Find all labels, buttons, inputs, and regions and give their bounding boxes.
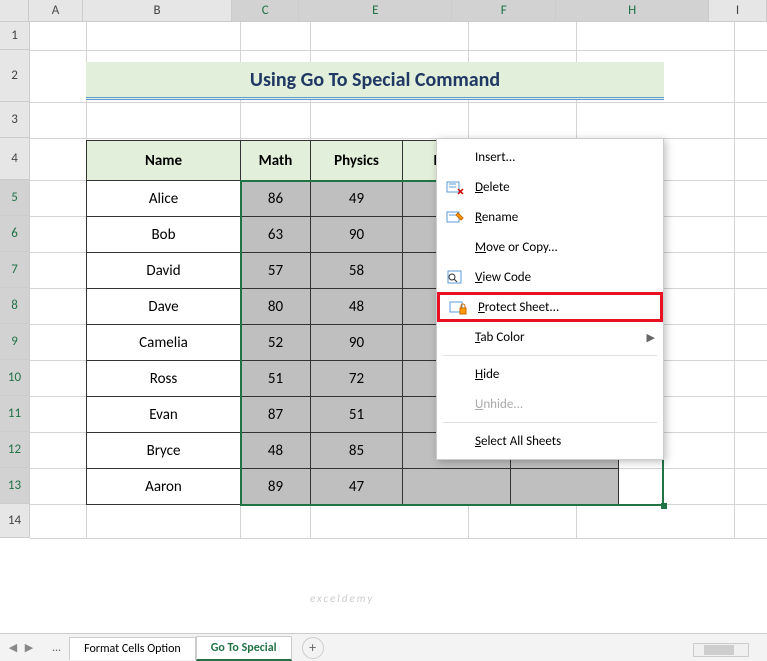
code-icon <box>443 267 467 287</box>
menu-move-copy[interactable]: Move or Copy... <box>437 232 663 262</box>
row-header[interactable]: 5 <box>0 180 30 216</box>
row-header[interactable]: 3 <box>0 102 30 138</box>
col-header[interactable]: E <box>299 0 452 21</box>
col-header[interactable]: F <box>452 0 556 21</box>
row-header[interactable]: 9 <box>0 324 30 360</box>
row-header[interactable]: 1 <box>0 22 30 50</box>
rename-icon <box>443 207 467 227</box>
menu-view-code[interactable]: View Code <box>437 262 663 292</box>
row-headers: 1 2 3 4 5 6 7 8 9 10 11 12 13 14 <box>0 22 30 538</box>
blank-icon <box>443 364 467 384</box>
blank-icon <box>443 147 467 167</box>
scrollbar-thumb[interactable] <box>704 645 734 655</box>
col-header[interactable]: C <box>232 0 300 21</box>
sheet-tabs-bar: ◀ ▶ ... Format Cells Option Go To Specia… <box>0 633 767 661</box>
menu-delete[interactable]: Delete <box>437 172 663 202</box>
menu-rename[interactable]: Rename <box>437 202 663 232</box>
menu-hide[interactable]: Hide <box>437 359 663 389</box>
fill-handle[interactable] <box>661 503 667 509</box>
tab-nav-prev[interactable]: ◀ <box>6 641 20 655</box>
row-header[interactable]: 7 <box>0 252 30 288</box>
chevron-right-icon: ▶ <box>647 331 655 344</box>
watermark: exceldemy <box>310 592 374 605</box>
table-header[interactable]: Math <box>241 141 311 181</box>
row-header[interactable]: 4 <box>0 138 30 180</box>
protect-icon <box>446 297 470 317</box>
row-header[interactable]: 14 <box>0 504 30 538</box>
row-header[interactable]: 13 <box>0 468 30 504</box>
select-all-corner[interactable] <box>0 0 29 21</box>
menu-unhide: Unhide... <box>437 389 663 419</box>
col-header[interactable]: B <box>83 0 232 21</box>
table-header[interactable]: Name <box>87 141 241 181</box>
col-header[interactable]: H <box>556 0 709 21</box>
row-header[interactable]: 6 <box>0 216 30 252</box>
delete-icon <box>443 177 467 197</box>
blank-icon <box>443 237 467 257</box>
sheet-tab[interactable]: Format Cells Option <box>69 637 196 660</box>
tab-nav-next[interactable]: ▶ <box>22 641 36 655</box>
menu-insert[interactable]: Insert... <box>437 142 663 172</box>
blank-icon <box>443 431 467 451</box>
new-sheet-button[interactable]: + <box>302 637 324 659</box>
row-header[interactable]: 12 <box>0 432 30 468</box>
horizontal-scrollbar[interactable] <box>693 643 749 657</box>
tab-overflow[interactable]: ... <box>44 637 69 659</box>
blank-icon <box>443 327 467 347</box>
col-header[interactable]: A <box>29 0 83 21</box>
separator <box>443 422 657 423</box>
separator <box>443 355 657 356</box>
column-headers: A B C E F H I <box>0 0 767 22</box>
blank-icon <box>443 394 467 414</box>
context-menu: Insert... Delete Rename Move or Copy... … <box>436 138 664 460</box>
row-header[interactable]: 8 <box>0 288 30 324</box>
row-header[interactable]: 10 <box>0 360 30 396</box>
col-header[interactable]: I <box>709 0 767 21</box>
sheet-tab-active[interactable]: Go To Special <box>196 636 292 661</box>
row-header[interactable]: 2 <box>0 50 30 102</box>
menu-select-all-sheets[interactable]: Select All Sheets <box>437 426 663 456</box>
title-banner: Using Go To Special Command <box>86 62 664 100</box>
table-header[interactable]: Physics <box>311 141 403 181</box>
menu-protect-sheet[interactable]: Protect Sheet... <box>437 292 663 322</box>
row-header[interactable]: 11 <box>0 396 30 432</box>
menu-tab-color[interactable]: Tab Color ▶ <box>437 322 663 352</box>
table-row[interactable]: Aaron8947 <box>87 469 619 505</box>
